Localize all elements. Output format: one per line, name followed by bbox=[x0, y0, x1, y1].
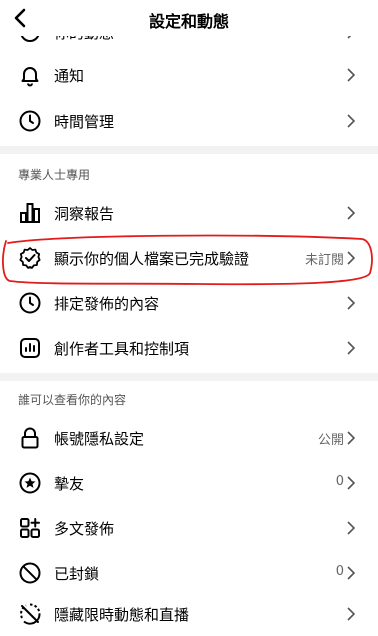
chevron-right-icon bbox=[347, 251, 356, 265]
clock-icon bbox=[19, 110, 41, 132]
chevron-right-icon bbox=[347, 566, 356, 580]
section-header-privacy: 誰可以查看你的內容 bbox=[18, 393, 127, 407]
close-friends-count: 0 bbox=[335, 474, 344, 489]
chevron-right-icon bbox=[347, 114, 356, 128]
settings-row-notifications[interactable]: 通知 bbox=[0, 53, 378, 97]
section-header-pro: 專業人士專用 bbox=[18, 168, 91, 182]
blocked-count: 0 bbox=[335, 564, 344, 579]
chevron-right-icon bbox=[347, 607, 356, 621]
settings-row-creator-tools[interactable]: 創作者工具和控制項 bbox=[0, 326, 378, 370]
chevron-right-icon bbox=[347, 431, 356, 445]
settings-row-crossposting[interactable]: 多文發佈 bbox=[0, 506, 378, 550]
settings-row-label: 洞察報告 bbox=[54, 205, 115, 223]
page-title: 設定和動態 bbox=[148, 12, 229, 31]
subscription-status: 未訂閱 bbox=[304, 253, 344, 268]
settings-row-label: 已封鎖 bbox=[54, 565, 100, 583]
privacy-status: 公開 bbox=[317, 433, 344, 448]
settings-row-insights[interactable]: 洞察報告 bbox=[0, 191, 378, 235]
blocked-icon bbox=[19, 562, 41, 584]
settings-row-verified-profile[interactable]: 顯示你的個人檔案已完成驗證 未訂閱 bbox=[0, 236, 378, 280]
verified-badge-icon bbox=[19, 247, 41, 269]
settings-row-scheduled-content[interactable]: 排定發佈的內容 bbox=[0, 281, 378, 325]
chevron-right-icon bbox=[347, 521, 356, 535]
clock-icon bbox=[19, 292, 41, 314]
settings-row-hide-story-live[interactable]: 隱藏限時動態和直播 bbox=[0, 592, 378, 636]
chevron-right-icon bbox=[347, 206, 356, 220]
grid-plus-icon bbox=[20, 518, 40, 538]
settings-row-label: 摯友 bbox=[54, 475, 85, 493]
top-bar: 設定和動態 bbox=[0, 0, 378, 36]
creator-tools-icon bbox=[20, 338, 40, 358]
bar-chart-icon bbox=[20, 203, 40, 223]
chevron-right-icon bbox=[347, 476, 356, 490]
bell-icon bbox=[21, 67, 39, 87]
settings-row-label: 時間管理 bbox=[54, 113, 115, 131]
chevron-right-icon bbox=[347, 341, 356, 355]
chevron-right-icon bbox=[347, 68, 356, 82]
settings-row-account-privacy[interactable]: 帳號隱私設定 公開 bbox=[0, 416, 378, 460]
section-divider bbox=[0, 146, 378, 154]
section-divider bbox=[0, 373, 378, 381]
settings-row-label: 創作者工具和控制項 bbox=[54, 340, 190, 358]
settings-row-close-friends[interactable]: 摯友 0 bbox=[0, 461, 378, 505]
settings-row-label: 通知 bbox=[54, 67, 85, 85]
settings-row-blocked[interactable]: 已封鎖 0 bbox=[0, 551, 378, 595]
settings-row-label: 排定發佈的內容 bbox=[54, 295, 160, 313]
settings-row-label: 多文發佈 bbox=[54, 520, 115, 538]
hide-story-icon bbox=[20, 603, 41, 625]
lock-icon bbox=[21, 427, 39, 449]
chevron-right-icon bbox=[347, 296, 356, 310]
settings-row-label: 帳號隱私設定 bbox=[54, 430, 145, 448]
star-circle-icon bbox=[19, 472, 41, 494]
settings-row-label: 顯示你的個人檔案已完成驗證 bbox=[54, 250, 250, 268]
settings-row-label: 隱藏限時動態和直播 bbox=[54, 606, 190, 624]
settings-row-time-management[interactable]: 時間管理 bbox=[0, 99, 378, 143]
